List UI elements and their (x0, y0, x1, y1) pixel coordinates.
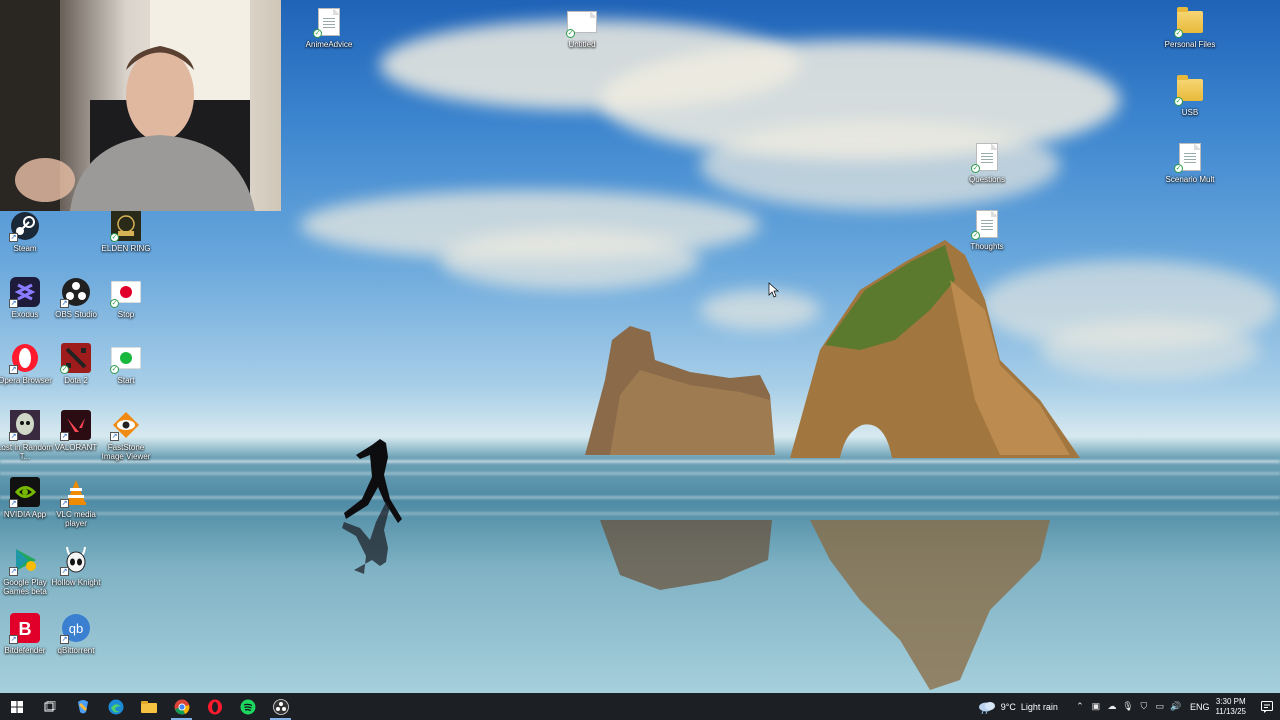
notification-button[interactable] (1254, 693, 1280, 720)
desktop-icon-vlc[interactable]: ↗ VLC media player (46, 476, 106, 528)
desktop-icon-steam[interactable]: ↗ Steam (0, 210, 55, 253)
spotify-icon (240, 699, 255, 714)
network-icon[interactable]: ▭ (1152, 701, 1168, 712)
security-icon[interactable]: ⛉ (1136, 701, 1152, 712)
edge-icon (108, 699, 123, 714)
windows-icon (10, 700, 23, 713)
desktop-icon-stop[interactable]: ✓ Stop (96, 276, 156, 319)
file-explorer-button[interactable] (132, 693, 165, 720)
weather-temp: 9°C (1000, 701, 1016, 712)
desktop-icon-hollow-knight[interactable]: ↗ Hollow Knight (46, 544, 106, 587)
meet-now-icon[interactable]: ▣ (1088, 701, 1104, 712)
chrome-button[interactable] (165, 693, 198, 720)
task-view-icon (44, 700, 55, 711)
notification-icon (1261, 700, 1273, 713)
opera-icon (207, 699, 222, 714)
spotify-button[interactable] (231, 693, 264, 720)
weather-condition: Light rain (1020, 701, 1058, 712)
obs-icon (272, 698, 289, 715)
desktop-icon-animeadvice[interactable]: ✓ AnimeAdvice (299, 6, 359, 49)
copilot-icon (77, 699, 88, 713)
desktop-icon-start[interactable]: ✓ Start (96, 342, 156, 385)
chevron-up-icon[interactable]: ⌃ (1072, 701, 1088, 712)
desktop-icon-thoughts[interactable]: ✓ Thoughts (957, 208, 1017, 251)
taskbar: 9°C Light rain ⌃ ▣ ☁ 🎙 ⛉ ▭ 🔊 ENG 3:30 PM… (0, 693, 1280, 720)
rain-cloud-icon (978, 701, 995, 714)
copilot-button[interactable] (66, 693, 99, 720)
folder-icon (140, 700, 157, 713)
onedrive-icon[interactable]: ☁ (1104, 701, 1120, 712)
desktop-icon-untitled[interactable]: ✓ Untitled (552, 6, 612, 49)
obs-button[interactable] (264, 693, 297, 720)
volume-icon[interactable]: 🔊 (1168, 701, 1184, 712)
svg-text:B: B (19, 619, 32, 639)
desktop-icon-elden-ring[interactable]: ✓ ELDEN RING (96, 210, 156, 253)
microphone-icon[interactable]: 🎙 (1120, 701, 1136, 712)
language-indicator[interactable]: ENG (1190, 702, 1210, 712)
svg-text:qb: qb (69, 621, 83, 636)
clock[interactable]: 3:30 PM 11/13/25 (1215, 697, 1246, 717)
desktop-icon-faststone[interactable]: ↗ FastStone Image Viewer (96, 409, 156, 461)
desktop[interactable]: ✓ AnimeAdvice ✓ Untitled ✓ Personal File… (0, 0, 1280, 693)
clock-date: 11/13/25 (1215, 706, 1246, 716)
desktop-icon-questions[interactable]: ✓ Questions (957, 141, 1017, 184)
desktop-icon-scenario-mult[interactable]: ✓ Scenario Mult (1160, 141, 1220, 184)
edge-button[interactable] (99, 693, 132, 720)
clock-time: 3:30 PM (1215, 696, 1246, 706)
webcam-overlay (0, 0, 281, 211)
start-button[interactable] (0, 693, 33, 720)
desktop-icon-usb[interactable]: ✓ USB (1160, 74, 1220, 117)
desktop-icon-personal-files[interactable]: ✓ Personal Files (1160, 6, 1220, 49)
weather-widget[interactable]: 9°C Light rain (977, 700, 1058, 714)
desktop-icon-qbittorrent[interactable]: qb ↗ qBittorrent (46, 612, 106, 655)
chrome-icon (174, 699, 189, 715)
system-tray: 9°C Light rain ⌃ ▣ ☁ 🎙 ⛉ ▭ 🔊 ENG 3:30 PM… (977, 693, 1280, 720)
task-view-button[interactable] (33, 693, 66, 720)
opera-button[interactable] (198, 693, 231, 720)
